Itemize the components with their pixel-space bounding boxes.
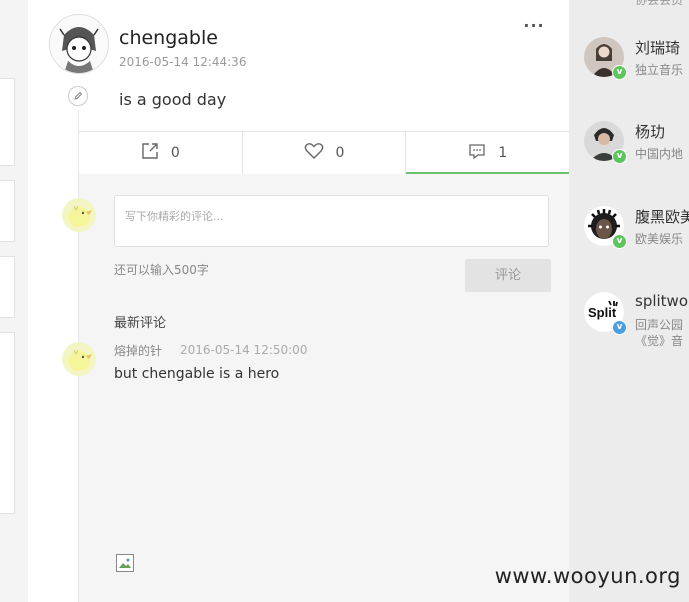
post-timestamp: 2016-05-14 12:44:36 <box>119 55 247 69</box>
watermark-text: www.wooyun.org <box>494 564 681 588</box>
user-description-line: 回声公园 <box>635 318 684 332</box>
user-description: 独立音乐 <box>635 63 684 77</box>
user-description: 中国内地 <box>635 147 684 161</box>
svg-text:Split: Split <box>588 305 617 320</box>
commenter-name[interactable]: 熔掉的针 <box>114 342 162 359</box>
left-panel-strip <box>0 0 28 602</box>
recommended-users-sidebar: 协会会员 v 刘瑞琦 独立音乐 v 杨玏 中国内地 v 腹黑欧美 欧美娱乐 Sp… <box>569 0 689 602</box>
comment-icon <box>468 143 486 164</box>
verified-badge-icon: v <box>612 234 627 249</box>
verified-badge-icon: v <box>612 320 627 335</box>
verified-badge-icon: v <box>612 65 627 80</box>
cut-off-description: 协会会员 <box>635 0 684 7</box>
comment-count: 1 <box>498 145 508 161</box>
left-card <box>0 78 15 166</box>
user-description: 回声公园 《觉》音 <box>635 317 683 349</box>
heart-icon <box>304 142 324 164</box>
user-name[interactable]: 杨玏 <box>635 121 665 142</box>
left-card <box>0 332 15 514</box>
like-count: 0 <box>335 145 345 161</box>
user-description-line: 《觉》音 <box>635 334 684 348</box>
verified-badge-icon: v <box>612 149 627 164</box>
comment-input[interactable]: 写下你精彩的评论... <box>114 195 549 247</box>
edit-icon[interactable] <box>68 86 88 106</box>
comment-tab-button[interactable]: 1 <box>406 132 569 175</box>
post-username[interactable]: chengable <box>119 27 218 49</box>
post-content: is a good day <box>119 90 227 109</box>
left-card <box>0 180 15 242</box>
char-limit-hint: 还可以输入500字 <box>114 263 209 277</box>
user-name[interactable]: 刘瑞琦 <box>635 37 680 58</box>
left-card <box>0 256 15 318</box>
commenter-avatar[interactable] <box>62 342 96 376</box>
user-name[interactable]: splitwo <box>635 292 688 310</box>
comment-text: but chengable is a hero <box>114 366 280 382</box>
share-count: 0 <box>170 145 180 161</box>
like-button[interactable]: 0 <box>243 132 407 174</box>
share-icon <box>141 142 159 164</box>
user-name[interactable]: 腹黑欧美 <box>635 206 689 227</box>
more-options-button[interactable]: ··· <box>522 16 546 38</box>
comment-timestamp: 2016-05-14 12:50:00 <box>180 343 308 357</box>
post-panel: chengable 2016-05-14 12:44:36 ··· is a g… <box>28 0 569 602</box>
current-user-avatar <box>62 198 96 232</box>
submit-comment-button[interactable]: 评论 <box>465 259 551 292</box>
comment-section: 写下你精彩的评论... 还可以输入500字 评论 最新评论 熔掉的针 2016-… <box>62 174 569 602</box>
latest-comments-title: 最新评论 <box>114 316 167 331</box>
broken-image-icon <box>116 554 134 572</box>
post-action-bar: 0 0 1 <box>79 131 569 175</box>
post-author-avatar[interactable] <box>49 14 109 74</box>
share-button[interactable]: 0 <box>79 132 243 174</box>
user-description: 欧美娱乐 <box>635 232 684 246</box>
